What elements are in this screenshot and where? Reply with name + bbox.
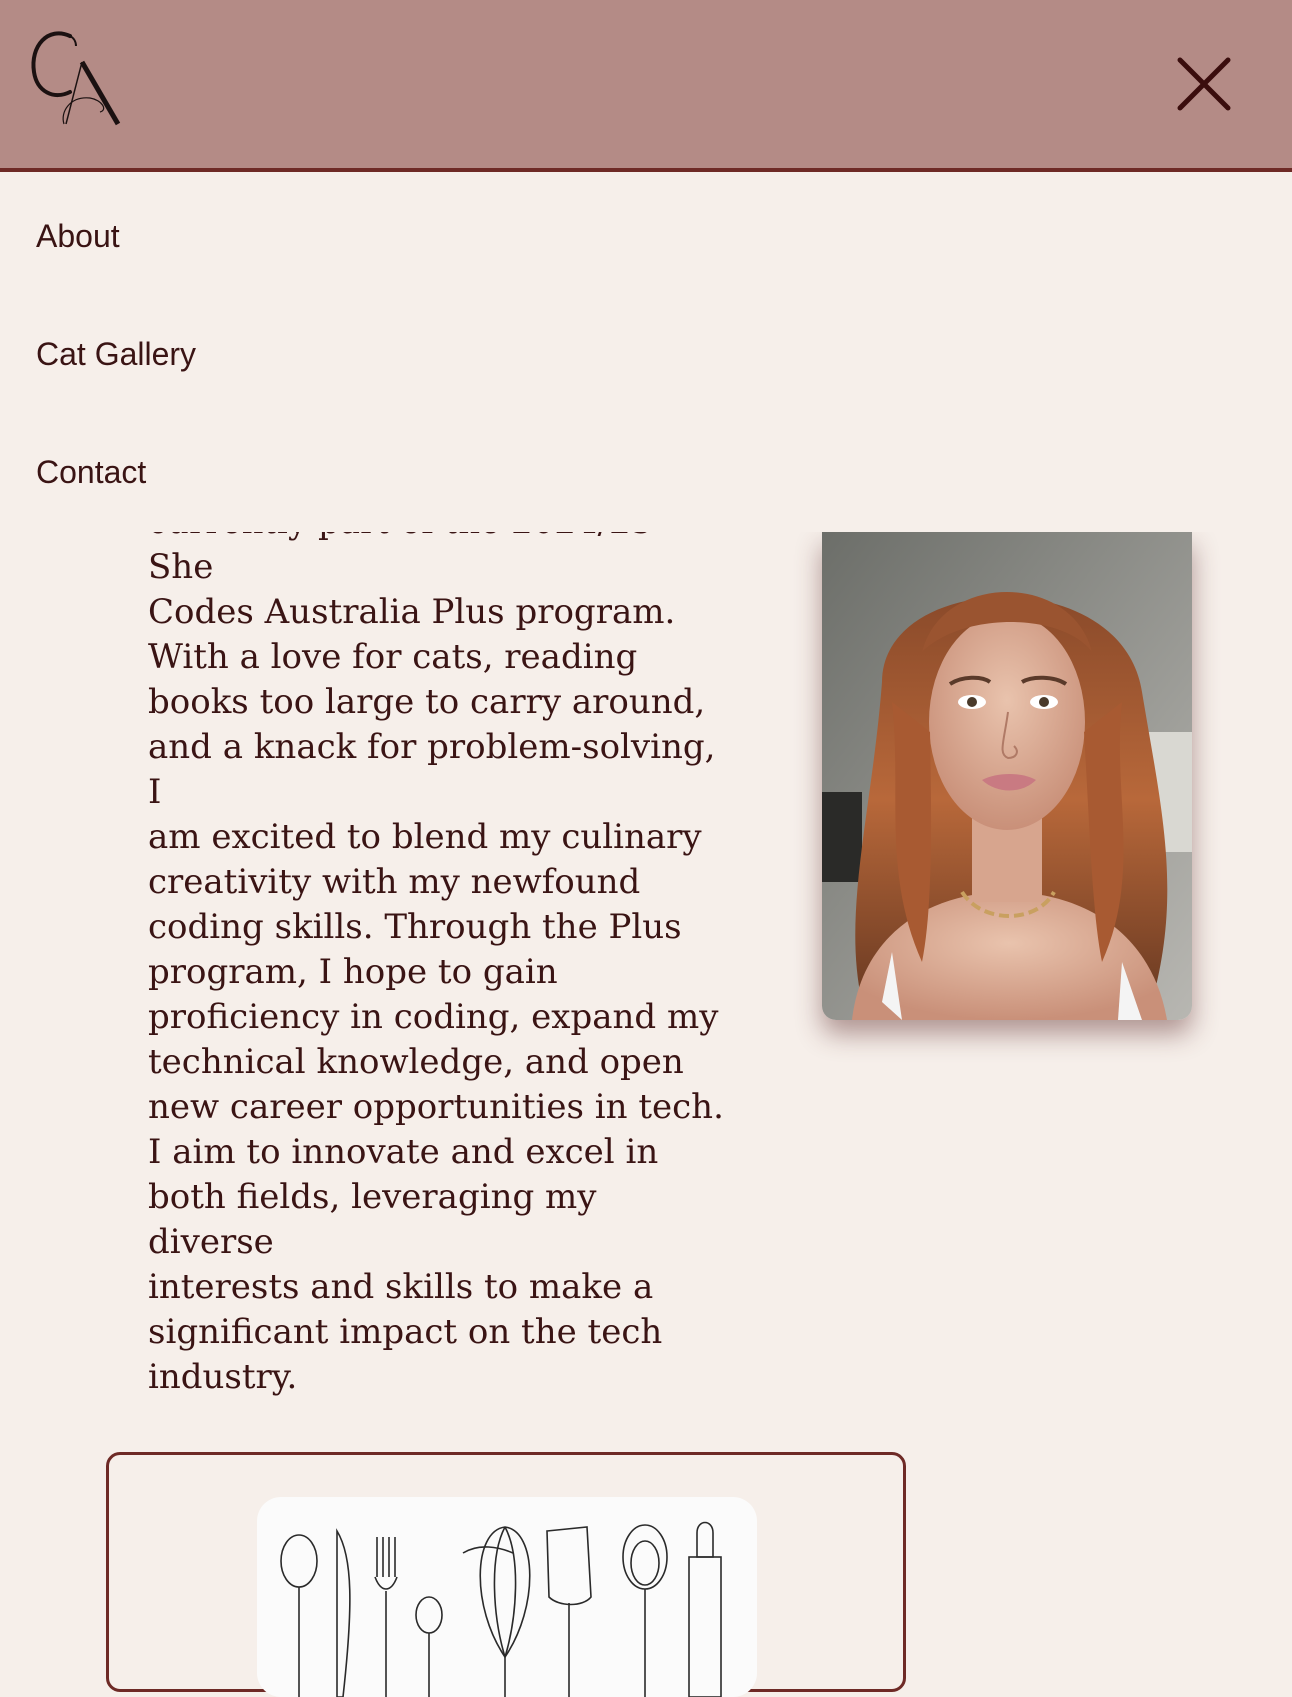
skills-card bbox=[106, 1452, 906, 1697]
about-line: industry. bbox=[148, 1357, 298, 1397]
about-line: program, I hope to gain bbox=[148, 952, 558, 992]
close-icon bbox=[1177, 57, 1231, 111]
about-line: technical knowledge, and open bbox=[148, 1042, 684, 1082]
about-line: new career opportunities in tech. bbox=[148, 1087, 724, 1127]
close-menu-button[interactable] bbox=[1172, 52, 1236, 116]
about-line: coding skills. Through the Plus bbox=[148, 907, 682, 947]
about-line: I aim to innovate and excel in bbox=[148, 1132, 659, 1172]
kitchen-utensils-illustration bbox=[257, 1497, 757, 1697]
nav-item-contact[interactable]: Contact bbox=[36, 454, 146, 491]
about-line: significant impact on the tech bbox=[148, 1312, 663, 1352]
about-line: both fields, leveraging my diverse bbox=[148, 1177, 597, 1262]
profile-photo bbox=[822, 532, 1192, 1020]
about-line: creativity with my newfound bbox=[148, 862, 641, 902]
about-line: proficiency in coding, expand my bbox=[148, 997, 719, 1037]
logo-icon[interactable] bbox=[30, 26, 122, 126]
about-line: and a knack for problem-solving, I bbox=[148, 727, 716, 812]
about-line: With a love for cats, reading bbox=[148, 637, 638, 677]
nav-item-cat-gallery[interactable]: Cat Gallery bbox=[36, 336, 196, 373]
nav-item-about[interactable]: About bbox=[36, 218, 120, 255]
about-line: books too large to carry around, bbox=[148, 682, 706, 722]
site-header bbox=[0, 0, 1292, 172]
about-paragraph: currently part of the 2024/25 She Codes … bbox=[148, 500, 728, 1400]
about-line: Codes Australia Plus program. bbox=[148, 592, 676, 632]
about-line: am excited to blend my culinary bbox=[148, 817, 702, 857]
nav-menu: About Cat Gallery Contact bbox=[0, 172, 1292, 532]
about-line: interests and skills to make a bbox=[148, 1267, 654, 1307]
